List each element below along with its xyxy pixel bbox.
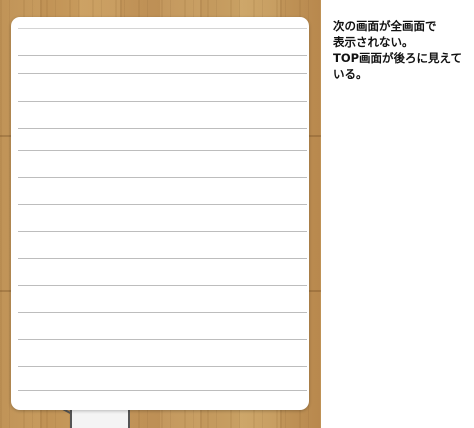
- note-sheet[interactable]: [11, 17, 309, 410]
- ruled-line: [18, 28, 307, 29]
- ruled-line: [18, 55, 307, 56]
- ruled-line: [18, 73, 307, 74]
- annotation-line: 表示されない。: [333, 35, 414, 49]
- app-screen: [0, 0, 321, 428]
- ruled-line: [18, 177, 307, 178]
- ruled-line: [18, 312, 307, 313]
- ruled-line: [18, 231, 307, 232]
- annotation-note: 次の画面が全画面で 表示されない。 TOP画面が後ろに見えて いる。: [333, 18, 471, 82]
- ruled-line: [18, 258, 307, 259]
- ruled-line: [18, 366, 307, 367]
- ruled-line: [18, 204, 307, 205]
- annotation-line: 次の画面が全画面で: [333, 19, 437, 33]
- ruled-line: [18, 339, 307, 340]
- ruled-line: [18, 150, 307, 151]
- ruled-line: [18, 285, 307, 286]
- annotation-line: TOP画面が後ろに見えて: [333, 51, 462, 65]
- ruled-line: [18, 101, 307, 102]
- ruled-line: [18, 128, 307, 129]
- ruled-line: [18, 390, 307, 391]
- annotation-line: いる。: [333, 67, 368, 81]
